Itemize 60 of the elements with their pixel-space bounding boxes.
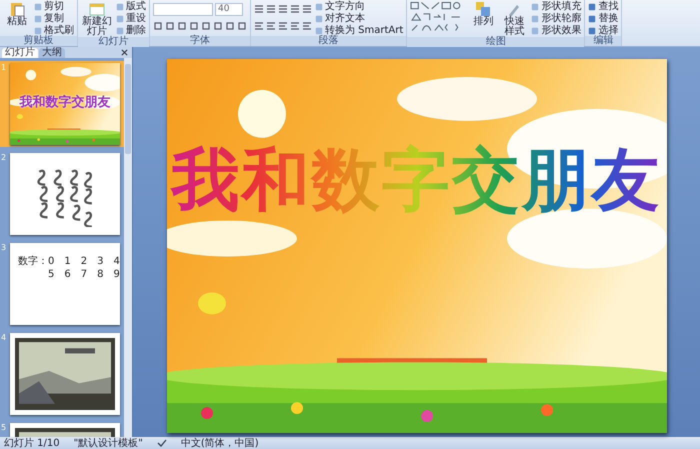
- ribbon-button[interactable]: 形状效果: [531, 25, 582, 36]
- list-icon[interactable]: [278, 4, 288, 14]
- ribbon-button[interactable]: 删除: [116, 25, 146, 36]
- group-label: 绘图: [407, 37, 584, 47]
- list-icon[interactable]: [254, 4, 264, 14]
- ribbon-button[interactable]: 排列: [469, 1, 498, 27]
- list-icon[interactable]: [302, 4, 312, 14]
- slide-number: 4: [1, 333, 8, 344]
- ribbon-button[interactable]: 选择: [588, 25, 618, 36]
- pane-tab[interactable]: 幻灯片: [2, 48, 38, 58]
- slide-text: 5 6 7 8 9: [47, 268, 120, 281]
- close-icon[interactable]: [121, 49, 128, 56]
- align-icon[interactable]: [266, 21, 276, 31]
- group-label: 字体: [150, 36, 250, 46]
- slide-number: 2: [1, 153, 8, 164]
- group-label: 段落: [251, 36, 406, 46]
- ribbon-button[interactable]: 剪切: [34, 1, 74, 12]
- ribbon-button[interactable]: 形状轮廓: [531, 13, 582, 24]
- slide-number: 1: [1, 63, 8, 74]
- align-icon[interactable]: [302, 21, 312, 31]
- slide-thumbnail[interactable]: 数字：0 1 2 3 4 5 6 7 8 9: [10, 243, 120, 325]
- spell-check-icon[interactable]: [156, 439, 167, 447]
- slide-thumbnail[interactable]: 我和数字交朋友: [10, 63, 120, 145]
- slide-thumbnail-row[interactable]: 3 数字：0 1 2 3 4 5 6 7 8 9: [0, 241, 124, 327]
- ribbon-button[interactable]: 复制: [34, 13, 74, 24]
- group-label: 幻灯片: [78, 37, 149, 47]
- ribbon-button[interactable]: 替换: [588, 13, 618, 24]
- pane-tab[interactable]: 大纲: [39, 48, 65, 58]
- slide-number: 5: [1, 423, 8, 434]
- align-icon[interactable]: [278, 21, 288, 31]
- list-icon[interactable]: [266, 4, 276, 14]
- slide-icon: [89, 1, 105, 17]
- ribbon-button[interactable]: 对齐文本: [315, 13, 404, 24]
- slide-count: 幻灯片 1/10: [4, 436, 60, 449]
- ribbon-button[interactable]: 快速样式: [500, 1, 528, 37]
- font-name-field[interactable]: [153, 2, 213, 16]
- ribbon-button[interactable]: 粘贴: [3, 1, 31, 27]
- slide-text: 数字：0 1 2 3 4: [18, 255, 120, 268]
- slide-thumbnail-row[interactable]: 1 我和数字交朋友: [0, 61, 124, 147]
- group-label: 编辑: [585, 36, 622, 46]
- ribbon-button[interactable]: 转换为 SmartArt: [315, 25, 404, 36]
- arrange-icon: [475, 1, 492, 17]
- ribbon-button[interactable]: 重设: [116, 13, 146, 24]
- slide-title: 我和数字交朋友: [18, 94, 112, 111]
- group-label: 剪贴板: [0, 36, 77, 46]
- slide-number: 3: [1, 243, 8, 254]
- ribbon-button[interactable]: 版式: [116, 1, 146, 12]
- ribbon-button[interactable]: 查找: [588, 1, 618, 12]
- ribbon-button[interactable]: 新建幻灯片: [81, 1, 113, 37]
- list-icon[interactable]: [290, 4, 300, 14]
- clipboard-icon: [9, 1, 25, 17]
- slide-thumbnail[interactable]: [10, 153, 120, 235]
- ribbon-button[interactable]: 文字方向: [315, 1, 404, 12]
- ribbon-button[interactable]: 格式刷: [34, 25, 74, 36]
- ribbon-button[interactable]: 形状填充: [531, 1, 582, 12]
- language[interactable]: 中文(简体，中国): [180, 436, 259, 449]
- align-icon[interactable]: [290, 21, 300, 31]
- font-size-field[interactable]: 40: [215, 2, 243, 16]
- theme-name: "默认设计模板": [74, 436, 143, 449]
- align-icon[interactable]: [254, 21, 264, 31]
